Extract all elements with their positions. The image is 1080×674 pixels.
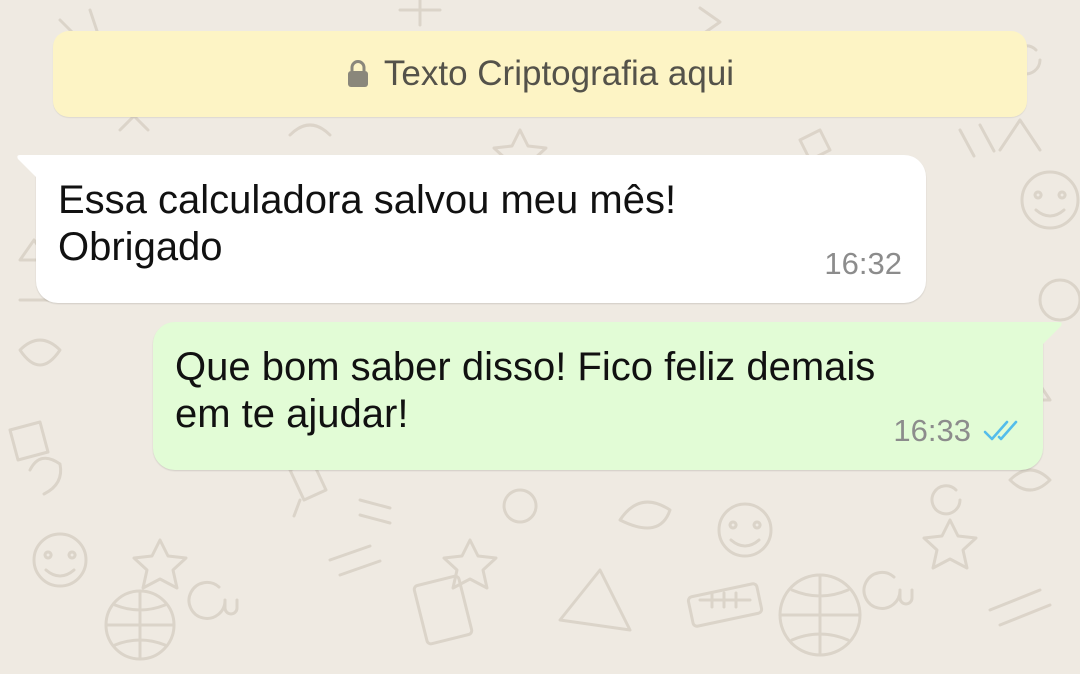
message-text: Essa calculadora salvou meu mês! Obrigad… (58, 178, 677, 269)
double-check-read-icon (983, 420, 1018, 440)
outgoing-message-bubble[interactable]: Que bom saber disso! Fico feliz demais e… (153, 322, 1062, 470)
incoming-message-bubble[interactable]: Essa calculadora salvou meu mês! Obrigad… (17, 155, 926, 303)
encryption-banner-text: Texto Criptografia aqui (383, 54, 735, 93)
message-time: 16:32 (824, 246, 902, 281)
message-meta: 16:33 (893, 407, 1023, 454)
bubble-tail (17, 155, 38, 179)
lock-icon (347, 60, 368, 87)
message-meta: 16:32 (824, 240, 902, 287)
encryption-banner[interactable]: Texto Criptografia aqui (53, 31, 1027, 117)
bubble-tail (1041, 322, 1062, 346)
message-time: 16:33 (893, 413, 971, 448)
